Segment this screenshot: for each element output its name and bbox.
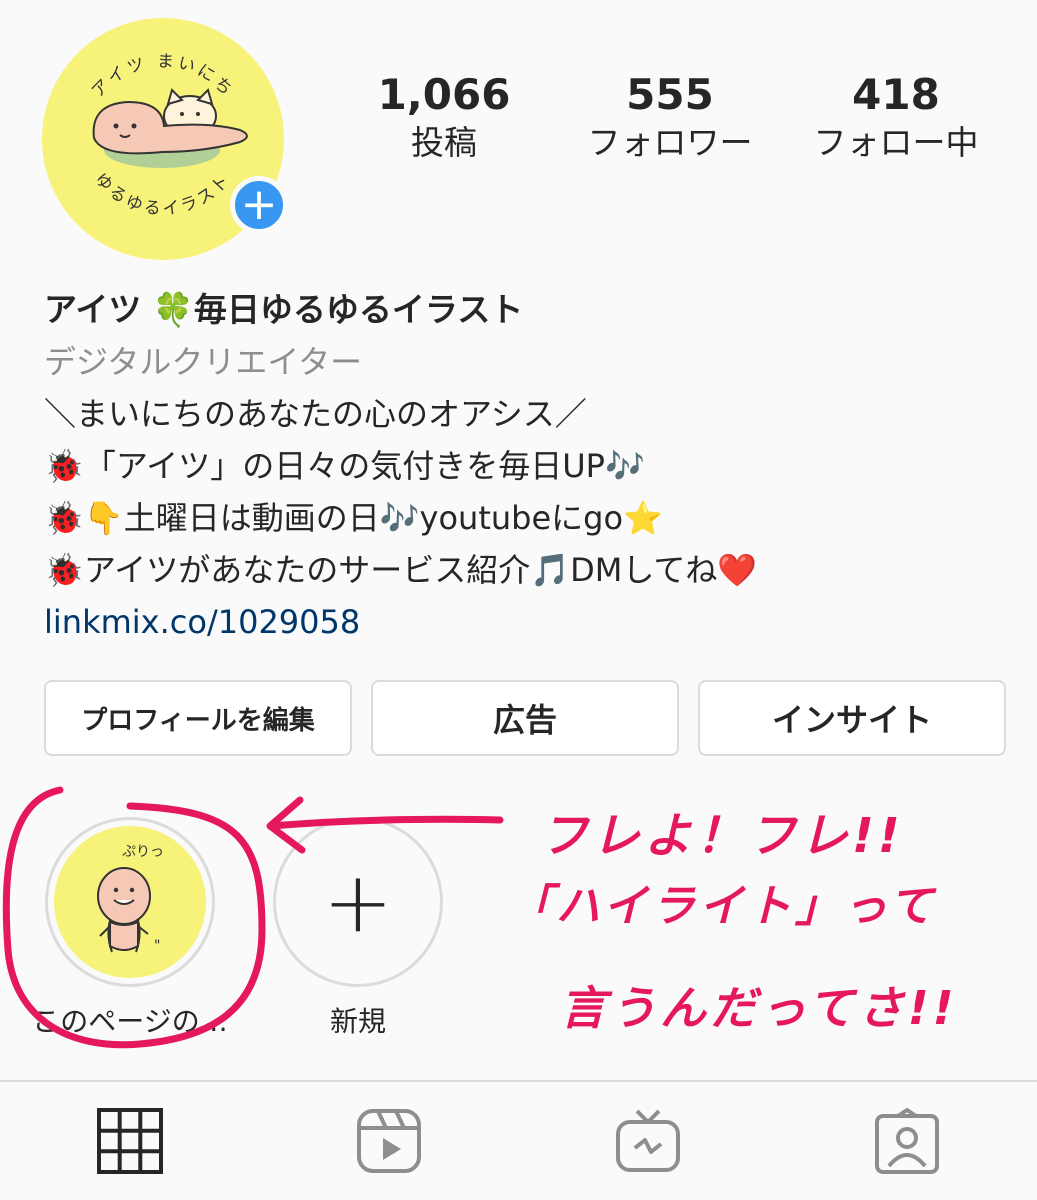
edit-profile-label: プロフィールを編集	[81, 705, 315, 736]
avatar-text-bottom: ゆるゆるイラスト	[90, 169, 232, 219]
arrow-shaft	[268, 815, 504, 830]
annotation-line-1: フレよ！フレ!!	[540, 808, 904, 864]
highlight-circle-mark	[2, 786, 266, 1049]
ads-button[interactable]: 広告	[371, 680, 679, 756]
bio-line: 🐞「アイツ」の日々の気付きを毎日UP🎶	[44, 447, 645, 485]
svg-text:アイツ まいにち: アイツ まいにち	[88, 52, 238, 102]
tagged-icon	[874, 1108, 939, 1174]
bio-line: ＼まいにちのあなたの心のオアシス／	[44, 395, 587, 433]
annotation-line-3: 言うんだってさ!!	[560, 981, 958, 1035]
svg-text:ゆるゆるイラスト: ゆるゆるイラスト	[90, 169, 235, 219]
bio-line: 🐞アイツがあなたのサービス紹介🎵DMしてね❤️	[44, 551, 758, 589]
igtv-icon	[615, 1109, 680, 1172]
following-count[interactable]: 418 フォロー中	[796, 70, 996, 163]
plus-icon: +	[240, 179, 278, 230]
profile-tab-bar	[0, 1080, 1037, 1200]
add-story-button[interactable]: +	[230, 176, 288, 234]
grid-icon	[96, 1108, 163, 1174]
stat-label: フォロワー	[587, 123, 753, 163]
tab-grid[interactable]	[0, 1082, 259, 1200]
tab-reels[interactable]	[259, 1082, 518, 1200]
stat-label: フォロー中	[813, 123, 979, 163]
edit-profile-button[interactable]: プロフィールを編集	[44, 680, 352, 756]
annotation-line-2: 「ハイライト」って	[508, 881, 937, 932]
stat-value: 1,066	[377, 70, 511, 119]
profile-category: デジタルクリエイター	[44, 343, 363, 381]
insights-button[interactable]: インサイト	[698, 680, 1006, 756]
bio-line: 🐞👇土曜日は動画の日🎶youtubeにgo⭐	[44, 499, 663, 537]
tab-tagged[interactable]	[777, 1082, 1036, 1200]
stat-label: 投稿	[411, 123, 477, 163]
profile-name: アイツ 🍀毎日ゆるゆるイラスト	[44, 290, 524, 329]
posts-count[interactable]: 1,066 投稿	[344, 70, 544, 163]
followers-count[interactable]: 555 フォロワー	[570, 70, 770, 163]
stat-value: 555	[626, 70, 714, 119]
tab-igtv[interactable]	[518, 1082, 777, 1200]
avatar-text-top: アイツ まいにち	[88, 52, 235, 102]
ads-label: 広告	[492, 701, 557, 739]
insights-label: インサイト	[771, 701, 932, 739]
reels-icon	[356, 1109, 421, 1173]
profile-bio: アイツ 🍀毎日ゆるゆるイラスト デジタルクリエイター ＼まいにちのあなたの心のオ…	[44, 284, 1004, 648]
profile-link[interactable]: linkmix.co/1029058	[44, 596, 1004, 648]
stat-value: 418	[852, 70, 940, 119]
